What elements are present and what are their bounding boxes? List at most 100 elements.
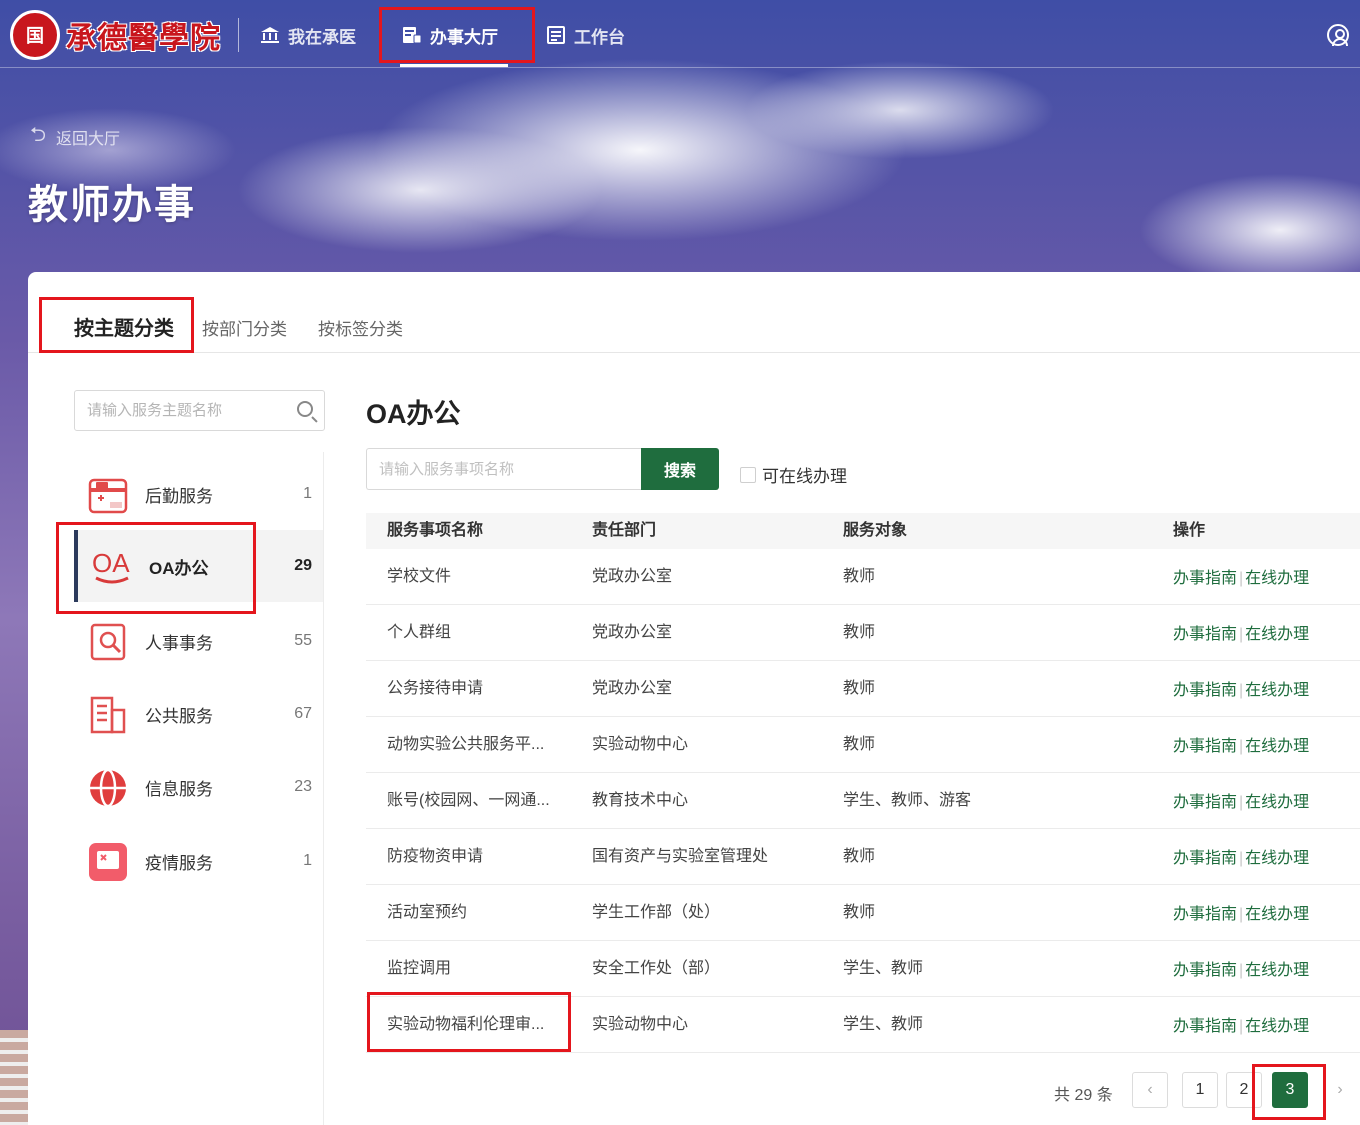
- tab-by-tag[interactable]: 按标签分类: [318, 315, 403, 340]
- logo-divider: [238, 18, 239, 52]
- pagination-total: 共 29 条: [1054, 1087, 1113, 1104]
- service-target: 教师: [843, 848, 876, 865]
- guide-link[interactable]: 办事指南: [1173, 906, 1237, 923]
- online-handle-link[interactable]: 在线办理: [1245, 626, 1309, 643]
- online-handle-link[interactable]: 在线办理: [1245, 1018, 1309, 1035]
- service-target: 教师: [843, 568, 876, 585]
- service-target: 教师: [843, 904, 876, 921]
- prev-page-button[interactable]: ‹: [1132, 1072, 1168, 1108]
- online-filter[interactable]: 可在线办理: [740, 462, 847, 487]
- online-handle-link[interactable]: 在线办理: [1245, 682, 1309, 699]
- table-row: 学校文件 党政办公室 教师 办事指南 | 在线办理: [366, 549, 1360, 605]
- service-target: 教师: [843, 680, 876, 697]
- section-title: OA办公: [366, 399, 461, 429]
- back-label: 返回大厅: [56, 131, 121, 148]
- action-separator: |: [1239, 962, 1244, 979]
- table-header: 服务事项名称 责任部门 服务对象 操作: [366, 513, 1360, 549]
- page-title: 教师办事: [28, 183, 196, 227]
- guide-link[interactable]: 办事指南: [1173, 682, 1237, 699]
- category-count: 67: [294, 705, 312, 722]
- service-item-name[interactable]: 动物实验公共服务平...: [387, 717, 544, 773]
- guide-link[interactable]: 办事指南: [1173, 1018, 1237, 1035]
- guide-link[interactable]: 办事指南: [1173, 626, 1237, 643]
- row-actions: 办事指南 | 在线办理: [1173, 663, 1309, 719]
- table-body: 学校文件 党政办公室 教师 办事指南 | 在线办理 个人群组 党政办公室 教师 办事指南 | 在线办理…: [366, 549, 1360, 1053]
- logistics-icon: [88, 478, 128, 514]
- back-to-hall-link[interactable]: ⮌ 返回大厅: [30, 120, 120, 154]
- guide-link[interactable]: 办事指南: [1173, 570, 1237, 587]
- responsible-dept: 实验动物中心: [592, 736, 689, 753]
- category-public-service[interactable]: 公共服务 67: [74, 678, 324, 750]
- category-label: 公共服务: [145, 706, 213, 726]
- search-button[interactable]: 搜索: [641, 448, 719, 490]
- row-actions: 办事指南 | 在线办理: [1173, 551, 1309, 607]
- column-header-name: 服务事项名称: [387, 522, 484, 539]
- action-separator: |: [1239, 738, 1244, 755]
- online-handle-link[interactable]: 在线办理: [1245, 794, 1309, 811]
- nav-active-indicator: [400, 64, 508, 67]
- service-item-name[interactable]: 防疫物资申请: [387, 829, 483, 885]
- service-item-name[interactable]: 监控调用: [387, 941, 451, 997]
- responsible-dept: 安全工作处（部）: [592, 960, 721, 977]
- guide-link[interactable]: 办事指南: [1173, 794, 1237, 811]
- online-handle-link[interactable]: 在线办理: [1245, 738, 1309, 755]
- row-actions: 办事指南 | 在线办理: [1173, 999, 1309, 1055]
- category-label: 人事事务: [145, 633, 213, 653]
- row-actions: 办事指南 | 在线办理: [1173, 775, 1309, 831]
- category-label: 后勤服务: [145, 486, 213, 506]
- tab-by-department[interactable]: 按部门分类: [202, 315, 287, 340]
- page-button-1[interactable]: 1: [1182, 1072, 1218, 1108]
- category-count: 1: [303, 852, 312, 869]
- guide-link[interactable]: 办事指南: [1173, 850, 1237, 867]
- service-item-name[interactable]: 公务接待申请: [387, 661, 483, 717]
- category-epidemic-service[interactable]: 疫情服务 1: [74, 825, 324, 897]
- return-arrow-icon: ⮌: [30, 124, 47, 146]
- item-search-input[interactable]: [367, 449, 642, 489]
- search-icon[interactable]: [297, 401, 313, 417]
- epidemic-icon: [89, 843, 127, 881]
- responsible-dept: 国有资产与实验室管理处: [592, 848, 769, 865]
- action-separator: |: [1239, 1018, 1244, 1035]
- row-actions: 办事指南 | 在线办理: [1173, 887, 1309, 943]
- top-nav-bar: 国 承德醫學院 我在承医 办事大厅 工作台: [0, 0, 1360, 68]
- table-row: 活动室预约 学生工作部（处） 教师 办事指南 | 在线办理: [366, 885, 1360, 941]
- table-row: 个人群组 党政办公室 教师 办事指南 | 在线办理: [366, 605, 1360, 661]
- category-logistics[interactable]: 后勤服务 1: [74, 458, 324, 530]
- action-separator: |: [1239, 682, 1244, 699]
- next-page-button[interactable]: ›: [1322, 1072, 1358, 1108]
- service-item-name[interactable]: 账号(校园网、一网通...: [387, 773, 550, 829]
- responsible-dept: 党政办公室: [592, 680, 673, 697]
- user-account-icon[interactable]: [1327, 24, 1349, 46]
- guide-link[interactable]: 办事指南: [1173, 738, 1237, 755]
- theme-search-input[interactable]: [75, 391, 290, 430]
- service-table: 服务事项名称 责任部门 服务对象 操作 学校文件 党政办公室 教师 办事指南 | 在线办理…: [366, 513, 1360, 1053]
- table-row: 监控调用 安全工作处（部） 学生、教师 办事指南 | 在线办理: [366, 941, 1360, 997]
- online-handle-link[interactable]: 在线办理: [1245, 906, 1309, 923]
- online-handle-link[interactable]: 在线办理: [1245, 570, 1309, 587]
- action-separator: |: [1239, 906, 1244, 923]
- category-label: 疫情服务: [145, 853, 213, 873]
- item-search-box: [366, 448, 642, 490]
- responsible-dept: 教育技术中心: [592, 792, 689, 809]
- column-header-dept: 责任部门: [592, 522, 657, 539]
- nav-label: 我在承医: [288, 27, 356, 47]
- nav-item-workbench[interactable]: 工作台: [546, 20, 625, 50]
- category-count: 1: [303, 485, 312, 502]
- row-actions: 办事指南 | 在线办理: [1173, 607, 1309, 663]
- table-row: 账号(校园网、一网通... 教育技术中心 学生、教师、游客 办事指南 | 在线办理: [366, 773, 1360, 829]
- school-name: 承德醫學院: [66, 21, 221, 56]
- theme-search-box: [74, 390, 325, 431]
- service-item-name[interactable]: 个人群组: [387, 605, 451, 661]
- online-handle-link[interactable]: 在线办理: [1245, 962, 1309, 979]
- online-checkbox[interactable]: [740, 466, 756, 483]
- category-information-service[interactable]: 信息服务 23: [74, 751, 324, 823]
- workbench-icon: [547, 26, 565, 44]
- service-item-name[interactable]: 学校文件: [387, 549, 451, 605]
- category-personnel[interactable]: 人事事务 55: [74, 605, 324, 677]
- online-handle-link[interactable]: 在线办理: [1245, 850, 1309, 867]
- nav-item-my-school[interactable]: 我在承医: [260, 20, 356, 50]
- action-separator: |: [1239, 850, 1244, 867]
- guide-link[interactable]: 办事指南: [1173, 962, 1237, 979]
- school-logo[interactable]: 国 承德醫學院: [10, 10, 221, 60]
- service-item-name[interactable]: 活动室预约: [387, 885, 467, 941]
